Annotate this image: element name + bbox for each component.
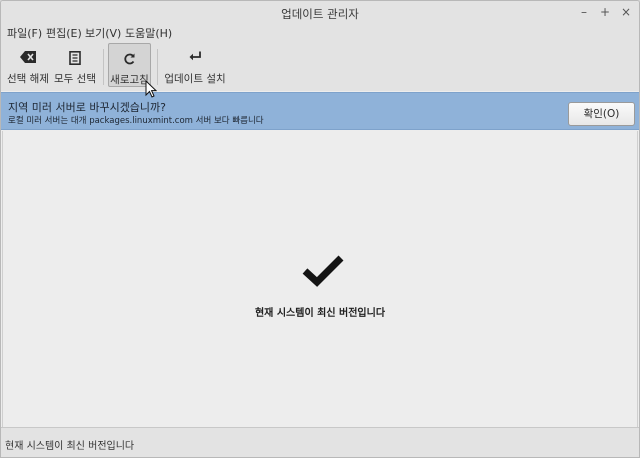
status-text: 현재 시스템이 최신 버전입니다 — [5, 441, 135, 452]
document-list-icon — [69, 51, 81, 65]
up-to-date-message: 현재 시스템이 최신 버전입니다 — [254, 308, 386, 319]
refresh-icon — [123, 53, 134, 65]
infobar-title: 지역 미러 서버로 바꾸시겠습니까? — [8, 101, 167, 114]
select-all-button[interactable]: 모두 선택 — [52, 43, 98, 87]
menu-help[interactable]: 도움말(H) — [125, 25, 172, 41]
mouse-cursor-icon — [145, 80, 157, 98]
toolbar-separator — [157, 49, 158, 85]
toolbar-separator — [103, 49, 104, 85]
menu-view[interactable]: 보기(V) — [85, 25, 121, 41]
update-manager-window: 업데이트 관리자 – + × 파일(F) 편집(E) 보기(V) 도움말(H) … — [0, 0, 640, 458]
status-bar: 현재 시스템이 최신 버전입니다 — [1, 427, 639, 457]
checkmark-icon — [302, 255, 344, 287]
menu-edit[interactable]: 편집(E) — [46, 25, 82, 41]
window-title: 업데이트 관리자 — [281, 7, 359, 21]
select-all-label: 모두 선택 — [54, 73, 96, 85]
menu-bar: 파일(F) 편집(E) 보기(V) 도움말(H) — [1, 23, 639, 41]
infobar-subtitle: 로컬 미러 서버는 대개 packages.linuxmint.com 서버 보… — [8, 116, 264, 126]
maximize-button[interactable]: + — [597, 4, 613, 20]
menu-file[interactable]: 파일(F) — [7, 25, 42, 41]
install-updates-label: 업데이트 설치 — [164, 73, 226, 85]
close-button[interactable]: × — [618, 4, 634, 20]
clear-selection-button[interactable]: 선택 해제 — [4, 43, 52, 87]
refresh-label: 새로고침 — [110, 74, 149, 86]
clear-selection-label: 선택 해제 — [7, 73, 49, 85]
title-bar[interactable]: 업데이트 관리자 – + × — [1, 1, 639, 24]
return-arrow-icon — [189, 51, 201, 61]
main-content: 현재 시스템이 최신 버전입니다 — [2, 131, 638, 427]
install-updates-button[interactable]: 업데이트 설치 — [161, 43, 229, 87]
toolbar: 선택 해제 모두 선택 새로고침 업데이트 설치 — [1, 41, 639, 91]
mirror-info-bar: 지역 미러 서버로 바꾸시겠습니까? 로컬 미러 서버는 대개 packages… — [1, 92, 639, 130]
minimize-button[interactable]: – — [576, 4, 592, 20]
ok-button[interactable]: 확인(O) — [568, 102, 635, 126]
backspace-clear-icon — [20, 51, 36, 63]
